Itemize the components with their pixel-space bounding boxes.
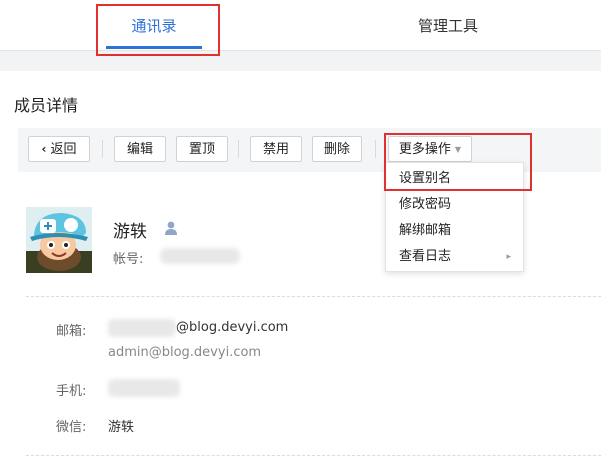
- section-divider: [26, 455, 601, 456]
- toolbar-separator: [102, 140, 103, 158]
- more-actions-label: 更多操作: [398, 142, 451, 157]
- back-button-label: 返回: [50, 142, 77, 157]
- pin-top-button[interactable]: 置顶: [176, 136, 228, 162]
- account-label: 帐号:: [113, 252, 144, 267]
- disable-button[interactable]: 禁用: [250, 136, 302, 162]
- menu-item-view-log[interactable]: 查看日志 ▸: [386, 244, 523, 270]
- email-alias: admin@blog.devyi.com: [108, 345, 262, 360]
- menu-item-view-log-label: 查看日志: [399, 249, 452, 264]
- tab-contacts[interactable]: 通讯录: [106, 0, 202, 50]
- wechat-value: 游轶: [108, 420, 135, 435]
- avatar: [26, 207, 92, 273]
- toolbar-separator: [238, 140, 239, 158]
- phone-value-redacted: [108, 379, 180, 397]
- delete-button[interactable]: 删除: [312, 136, 362, 162]
- toolbar-separator: [375, 140, 376, 158]
- more-actions-button[interactable]: 更多操作 ▼: [388, 136, 472, 162]
- menu-item-unbind-email[interactable]: 解绑邮箱: [386, 218, 523, 244]
- top-nav: [0, 0, 601, 51]
- phone-label: 手机:: [56, 384, 87, 399]
- section-divider: [26, 296, 601, 297]
- caret-down-icon: ▼: [454, 145, 462, 154]
- active-tab-indicator: [106, 46, 202, 49]
- avatar-illustration: [26, 207, 92, 273]
- tab-admin-tools[interactable]: 管理工具: [400, 0, 496, 50]
- account-value-redacted: [160, 248, 240, 264]
- wechat-label: 微信:: [56, 420, 87, 435]
- member-name: 游轶: [113, 222, 147, 242]
- chevron-left-icon: ‹: [41, 142, 47, 156]
- chevron-right-icon: ▸: [506, 252, 511, 262]
- menu-item-set-alias[interactable]: 设置别名: [386, 166, 523, 192]
- email-user-redacted: [108, 319, 176, 337]
- person-icon: [165, 221, 177, 235]
- back-button[interactable]: ‹ 返回: [28, 136, 90, 162]
- more-actions-menu: 设置别名 修改密码 解绑邮箱 查看日志 ▸: [385, 162, 524, 272]
- email-domain: @blog.devyi.com: [176, 320, 289, 335]
- page-title: 成员详情: [14, 96, 79, 115]
- edit-button[interactable]: 编辑: [114, 136, 166, 162]
- email-label: 邮箱:: [56, 324, 87, 339]
- menu-item-change-password[interactable]: 修改密码: [386, 192, 523, 218]
- section-gap: [0, 51, 601, 71]
